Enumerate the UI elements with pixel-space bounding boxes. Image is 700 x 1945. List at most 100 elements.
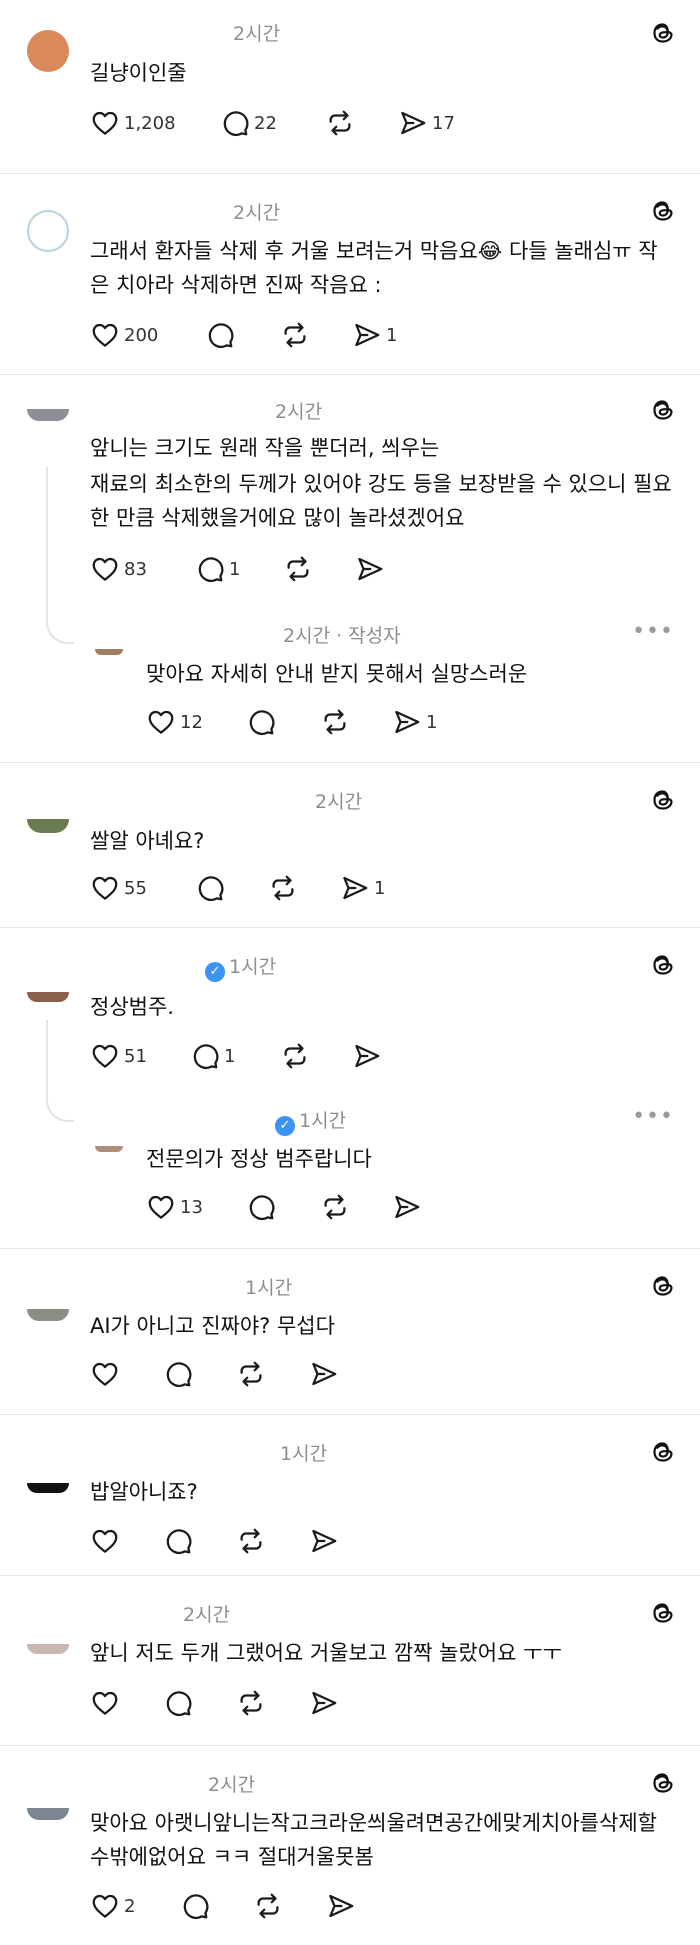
reply-button[interactable]: 22 bbox=[220, 106, 277, 140]
share-button[interactable] bbox=[309, 1686, 339, 1720]
avatar[interactable] bbox=[27, 1483, 69, 1493]
like-button[interactable] bbox=[90, 1686, 120, 1720]
repost-icon bbox=[253, 1891, 283, 1921]
threads-logo-icon[interactable] bbox=[648, 785, 678, 815]
repost-button[interactable] bbox=[236, 1524, 266, 1558]
avatar[interactable] bbox=[27, 992, 69, 1002]
post-text: 길냥이인줄 bbox=[90, 61, 187, 85]
post-6: 1시간 AI가 아니고 진짜야? 무섭다 bbox=[0, 1249, 700, 1414]
threads-logo-icon[interactable] bbox=[648, 395, 678, 425]
share-button[interactable]: 1 bbox=[352, 318, 397, 352]
repost-button[interactable] bbox=[268, 871, 298, 905]
like-button[interactable]: 2 bbox=[90, 1889, 135, 1923]
avatar[interactable] bbox=[27, 1309, 69, 1321]
threads-logo-icon[interactable] bbox=[648, 1437, 678, 1467]
repost-button[interactable] bbox=[280, 1039, 310, 1073]
more-icon[interactable]: ••• bbox=[632, 1104, 674, 1129]
avatar[interactable] bbox=[27, 210, 69, 252]
repost-button[interactable] bbox=[325, 106, 355, 140]
post-text: 앞니 저도 두개 그랬어요 거울보고 깜짝 놀랐어요 ㅜㅜ bbox=[90, 1641, 562, 1665]
repost-button[interactable] bbox=[320, 705, 350, 739]
reply-button[interactable] bbox=[195, 871, 225, 905]
post-actions bbox=[90, 1686, 510, 1720]
avatar[interactable] bbox=[27, 30, 69, 72]
share-button[interactable] bbox=[355, 552, 385, 586]
reply-button[interactable] bbox=[163, 1357, 193, 1391]
post-time: 1시간 bbox=[280, 1443, 328, 1465]
heart-icon bbox=[90, 320, 120, 350]
threads-logo-icon[interactable] bbox=[648, 196, 678, 226]
repost-button[interactable] bbox=[280, 318, 310, 352]
avatar[interactable] bbox=[27, 1808, 69, 1820]
repost-button[interactable] bbox=[253, 1889, 283, 1923]
send-icon bbox=[355, 554, 385, 584]
post-text-line-1: 맞아요 아랫니앞니는작고크라운씌울려면공간에맞게치아를삭제할 bbox=[90, 1811, 657, 1835]
avatar[interactable] bbox=[27, 819, 69, 833]
avatar[interactable] bbox=[27, 1644, 69, 1654]
repost-button[interactable] bbox=[236, 1357, 266, 1391]
reply-button[interactable] bbox=[163, 1524, 193, 1558]
post-2: 2시간 그래서 환자들 삭제 후 거울 보려는거 막음요😂 다들 놀래심ㅠ 작 … bbox=[0, 174, 700, 374]
like-button[interactable]: 55 bbox=[90, 871, 147, 905]
comment-icon bbox=[163, 1688, 193, 1718]
repost-button[interactable] bbox=[320, 1190, 350, 1224]
send-icon bbox=[352, 1041, 382, 1071]
post-time: 2시간 bbox=[315, 791, 363, 813]
reply-button[interactable] bbox=[205, 318, 235, 352]
like-button[interactable]: 1,208 bbox=[90, 106, 176, 140]
post-text-line-1: 앞니는 크기도 원래 작을 뿐더러, 씌우는 bbox=[90, 436, 440, 460]
like-button[interactable]: 200 bbox=[90, 318, 158, 352]
reply-button[interactable] bbox=[246, 705, 276, 739]
threads-logo-icon[interactable] bbox=[648, 18, 678, 48]
verified-badge-icon: ✓ bbox=[205, 962, 225, 982]
post-time: 2시간 bbox=[275, 401, 323, 423]
reply-time: ✓ 1시간 bbox=[275, 1106, 346, 1136]
comment-icon bbox=[246, 707, 276, 737]
more-icon[interactable]: ••• bbox=[632, 619, 674, 644]
post-time: 2시간 bbox=[233, 202, 281, 224]
like-count: 13 bbox=[180, 1196, 203, 1218]
like-button[interactable]: 51 bbox=[90, 1039, 147, 1073]
like-button[interactable]: 83 bbox=[90, 552, 147, 586]
verified-badge-icon: ✓ bbox=[275, 1116, 295, 1136]
reply-avatar[interactable] bbox=[95, 1146, 123, 1152]
share-button[interactable] bbox=[326, 1889, 356, 1923]
reply-button[interactable]: 1 bbox=[195, 552, 240, 586]
share-button[interactable]: 1 bbox=[340, 871, 385, 905]
post-text-line-2: 수밖에없어요 ㅋㅋ 절대거울못봄 bbox=[90, 1845, 374, 1869]
share-button[interactable]: 1 bbox=[392, 705, 437, 739]
share-button[interactable] bbox=[309, 1357, 339, 1391]
comment-icon bbox=[190, 1041, 220, 1071]
comment-icon bbox=[195, 873, 225, 903]
share-button[interactable] bbox=[352, 1039, 382, 1073]
reply-button[interactable] bbox=[180, 1889, 210, 1923]
post-3: 2시간 앞니는 크기도 원래 작을 뿐더러, 씌우는 재료의 최소한의 두께가 … bbox=[0, 375, 700, 761]
repost-button[interactable] bbox=[236, 1686, 266, 1720]
reply-button[interactable] bbox=[163, 1686, 193, 1720]
share-button[interactable] bbox=[392, 1190, 422, 1224]
post-1: 2시간 길냥이인줄 1,208 22 17 bbox=[0, 0, 700, 173]
send-icon bbox=[326, 1891, 356, 1921]
threads-logo-icon[interactable] bbox=[648, 950, 678, 980]
like-button[interactable] bbox=[90, 1524, 120, 1558]
post-time: 2시간 bbox=[208, 1774, 256, 1796]
reply-button[interactable]: 1 bbox=[190, 1039, 235, 1073]
threads-logo-icon[interactable] bbox=[648, 1598, 678, 1628]
share-button[interactable]: 17 bbox=[398, 106, 455, 140]
repost-button[interactable] bbox=[283, 552, 313, 586]
heart-icon bbox=[146, 707, 176, 737]
heart-icon bbox=[90, 873, 120, 903]
send-icon bbox=[392, 1192, 422, 1222]
threads-logo-icon[interactable] bbox=[648, 1271, 678, 1301]
reply-avatar[interactable] bbox=[95, 649, 123, 655]
avatar[interactable] bbox=[27, 409, 69, 421]
threads-logo-icon[interactable] bbox=[648, 1768, 678, 1798]
share-button[interactable] bbox=[309, 1524, 339, 1558]
like-button[interactable]: 12 bbox=[146, 705, 203, 739]
comment-icon bbox=[220, 108, 250, 138]
like-button[interactable]: 13 bbox=[146, 1190, 203, 1224]
reply-button[interactable] bbox=[246, 1190, 276, 1224]
repost-icon bbox=[325, 108, 355, 138]
post-9: 2시간 맞아요 아랫니앞니는작고크라운씌울려면공간에맞게치아를삭제할 수밖에없어… bbox=[0, 1746, 700, 1945]
like-button[interactable] bbox=[90, 1357, 120, 1391]
